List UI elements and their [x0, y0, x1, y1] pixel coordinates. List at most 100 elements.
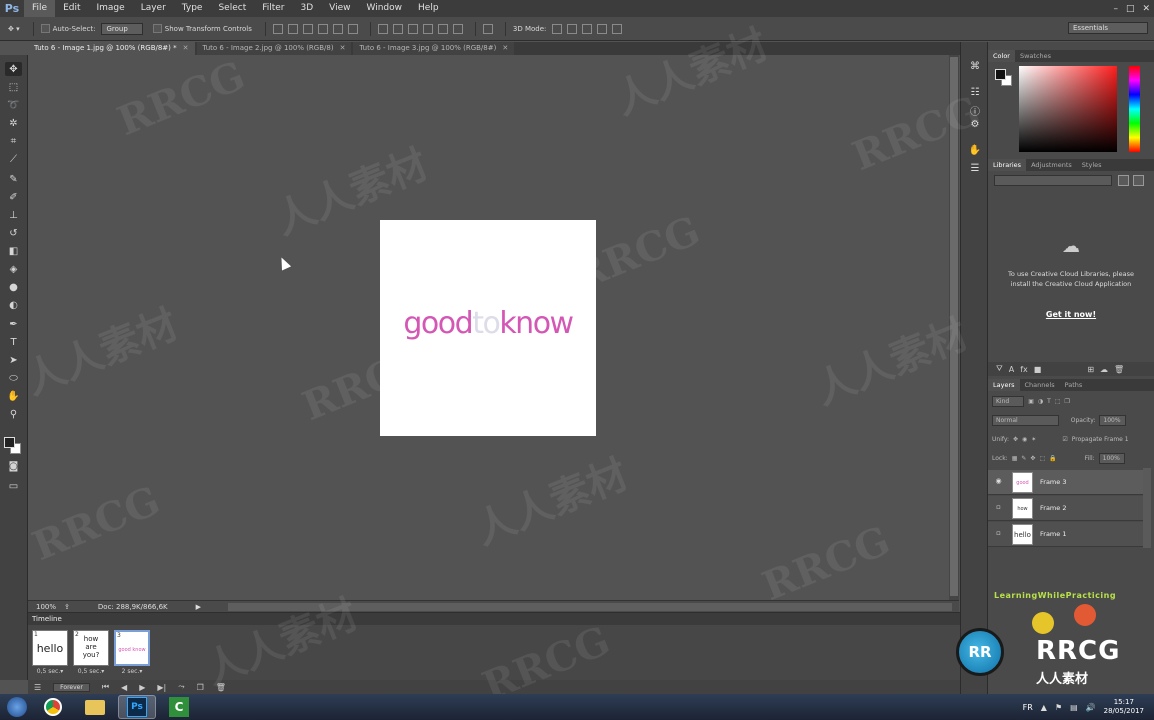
- sync-icon[interactable]: ☁: [1100, 365, 1108, 374]
- tween-icon[interactable]: ⤳: [178, 682, 184, 692]
- timeline-frame-1[interactable]: 1 hello: [32, 630, 68, 666]
- lasso-icon[interactable]: ➰: [5, 98, 22, 112]
- unify-visibility-icon[interactable]: ◉: [1022, 436, 1027, 443]
- tab-channels[interactable]: Channels: [1020, 379, 1060, 391]
- 3d-roll-icon[interactable]: [567, 23, 578, 34]
- unify-position-icon[interactable]: ✥: [1013, 436, 1018, 443]
- grid-view-icon[interactable]: [1118, 175, 1129, 186]
- ellipse-shape-icon[interactable]: ⬭: [5, 371, 22, 385]
- align-right-icon[interactable]: [347, 23, 358, 34]
- tab-adjustments[interactable]: Adjustments: [1026, 159, 1077, 171]
- play-icon[interactable]: ▶: [139, 683, 145, 692]
- taskbar-explorer[interactable]: [76, 695, 114, 719]
- add-text-icon[interactable]: A: [1009, 365, 1014, 374]
- screen-mode-icon[interactable]: ▭: [5, 479, 22, 493]
- history-brush-icon[interactable]: ↺: [5, 226, 22, 240]
- tab-image-2[interactable]: Tuto 6 - Image 2.jpg @ 100% (RGB/8) ✕: [196, 42, 352, 55]
- paint-bucket-icon[interactable]: ◈: [5, 262, 22, 276]
- lock-image-icon[interactable]: ✎: [1021, 455, 1026, 462]
- start-button[interactable]: [0, 694, 34, 720]
- frame-delay[interactable]: 0,5 sec.▾: [32, 668, 68, 675]
- healing-brush-icon[interactable]: ✎: [5, 172, 22, 186]
- new-library-icon[interactable]: ⊞: [1087, 365, 1094, 374]
- auto-select-dropdown[interactable]: Group: [101, 22, 143, 35]
- frame-delay[interactable]: 2 sec.▾: [114, 668, 150, 675]
- get-it-now-link[interactable]: Get it now!: [1008, 310, 1134, 319]
- list-view-icon[interactable]: [1133, 175, 1144, 186]
- lock-all-icon[interactable]: 🔒: [1049, 455, 1056, 462]
- layer-name[interactable]: Frame 3: [1040, 478, 1066, 486]
- marquee-icon[interactable]: ⬚: [5, 80, 22, 94]
- network-icon[interactable]: ▤: [1070, 703, 1078, 712]
- distribute-top-icon[interactable]: [377, 23, 388, 34]
- menu-image[interactable]: Image: [89, 0, 133, 17]
- lock-position-icon[interactable]: ✥: [1030, 455, 1035, 462]
- lock-artboard-icon[interactable]: ⬚: [1039, 455, 1045, 462]
- filter-kind-dropdown[interactable]: Kind: [992, 396, 1025, 407]
- duplicate-frame-icon[interactable]: ❐: [197, 683, 204, 692]
- eyedropper-icon[interactable]: ⟋: [5, 152, 22, 166]
- previous-frame-icon[interactable]: ◀: [121, 683, 127, 692]
- filter-type-icon[interactable]: T: [1047, 398, 1051, 405]
- hue-slider[interactable]: [1129, 66, 1140, 152]
- character-panel-icon[interactable]: ⚙: [969, 118, 981, 130]
- magic-wand-icon[interactable]: ✲: [5, 116, 22, 130]
- foreground-color-swatch[interactable]: [995, 69, 1006, 80]
- menu-window[interactable]: Window: [359, 0, 411, 17]
- menu-edit[interactable]: Edit: [55, 0, 88, 17]
- auto-select-checkbox[interactable]: [40, 24, 50, 33]
- add-graphic-icon[interactable]: ⛛: [996, 364, 1003, 374]
- align-bottom-icon[interactable]: [302, 23, 313, 34]
- flag-icon[interactable]: ⚑: [1055, 703, 1062, 712]
- library-dropdown[interactable]: [994, 175, 1112, 186]
- menu-help[interactable]: Help: [410, 0, 447, 17]
- 3d-slide-icon[interactable]: [597, 23, 608, 34]
- zoom-icon[interactable]: ⚲: [5, 407, 22, 421]
- history-panel-icon[interactable]: ⌘: [969, 60, 981, 72]
- taskbar-camtasia[interactable]: C: [160, 695, 198, 719]
- eye-icon[interactable]: ◉: [994, 477, 1003, 486]
- taskbar-chrome[interactable]: [34, 695, 72, 719]
- timeline-menu-icon[interactable]: ☰: [34, 683, 41, 692]
- tab-image-3[interactable]: Tuto 6 - Image 3.jpg @ 100% (RGB/8#) ✕: [353, 42, 515, 55]
- distribute-left-icon[interactable]: [422, 23, 433, 34]
- tab-color[interactable]: Color: [988, 50, 1015, 62]
- pen-icon[interactable]: ✒: [5, 317, 22, 331]
- hand-icon[interactable]: ✋: [5, 389, 22, 403]
- blur-icon[interactable]: ●: [5, 280, 22, 294]
- tab-paths[interactable]: Paths: [1060, 379, 1088, 391]
- timeline-frame-3[interactable]: 3 good know: [114, 630, 150, 666]
- zoom-level[interactable]: 100%: [36, 603, 56, 611]
- menu-layer[interactable]: Layer: [133, 0, 174, 17]
- delete-frame-icon[interactable]: 🗑: [216, 683, 226, 692]
- menu-file[interactable]: File: [24, 0, 56, 17]
- layer-row[interactable]: ▫ hello Frame 1: [988, 522, 1143, 547]
- distribute-bottom-icon[interactable]: [407, 23, 418, 34]
- loop-dropdown[interactable]: Forever: [53, 682, 90, 692]
- add-style-icon[interactable]: fx: [1020, 365, 1028, 374]
- move-icon[interactable]: ✥: [5, 62, 22, 76]
- properties-panel-icon[interactable]: ☷: [969, 86, 981, 98]
- align-hcenter-icon[interactable]: [332, 23, 343, 34]
- menu-filter[interactable]: Filter: [254, 0, 292, 17]
- workspace-dropdown[interactable]: Essentials: [1068, 22, 1148, 34]
- move-tool-preset-icon[interactable]: ✥ ▾: [8, 25, 20, 33]
- auto-align-icon[interactable]: [482, 23, 493, 34]
- filter-adjust-icon[interactable]: ◑: [1038, 398, 1043, 405]
- filter-shape-icon[interactable]: ⬚: [1055, 398, 1061, 405]
- quick-mask-icon[interactable]: ◙: [5, 459, 22, 473]
- tray-arrow-icon[interactable]: ▲: [1041, 703, 1047, 712]
- canvas-area[interactable]: goodtoknow: [28, 55, 949, 600]
- language-indicator[interactable]: FR: [1023, 703, 1033, 712]
- eraser-icon[interactable]: ◧: [5, 244, 22, 258]
- align-vcenter-icon[interactable]: [287, 23, 298, 34]
- align-left-icon[interactable]: [317, 23, 328, 34]
- status-menu-arrow-icon[interactable]: ▶: [196, 603, 201, 611]
- blend-mode-dropdown[interactable]: Normal: [992, 415, 1059, 426]
- close-tab-icon[interactable]: ✕: [183, 44, 189, 52]
- distribute-right-icon[interactable]: [452, 23, 463, 34]
- type-icon[interactable]: T: [5, 335, 22, 349]
- crop-icon[interactable]: ⌗: [5, 134, 22, 148]
- scroll-thumb[interactable]: [950, 57, 958, 596]
- timeline-frame-2[interactable]: 2 how are you?: [73, 630, 109, 666]
